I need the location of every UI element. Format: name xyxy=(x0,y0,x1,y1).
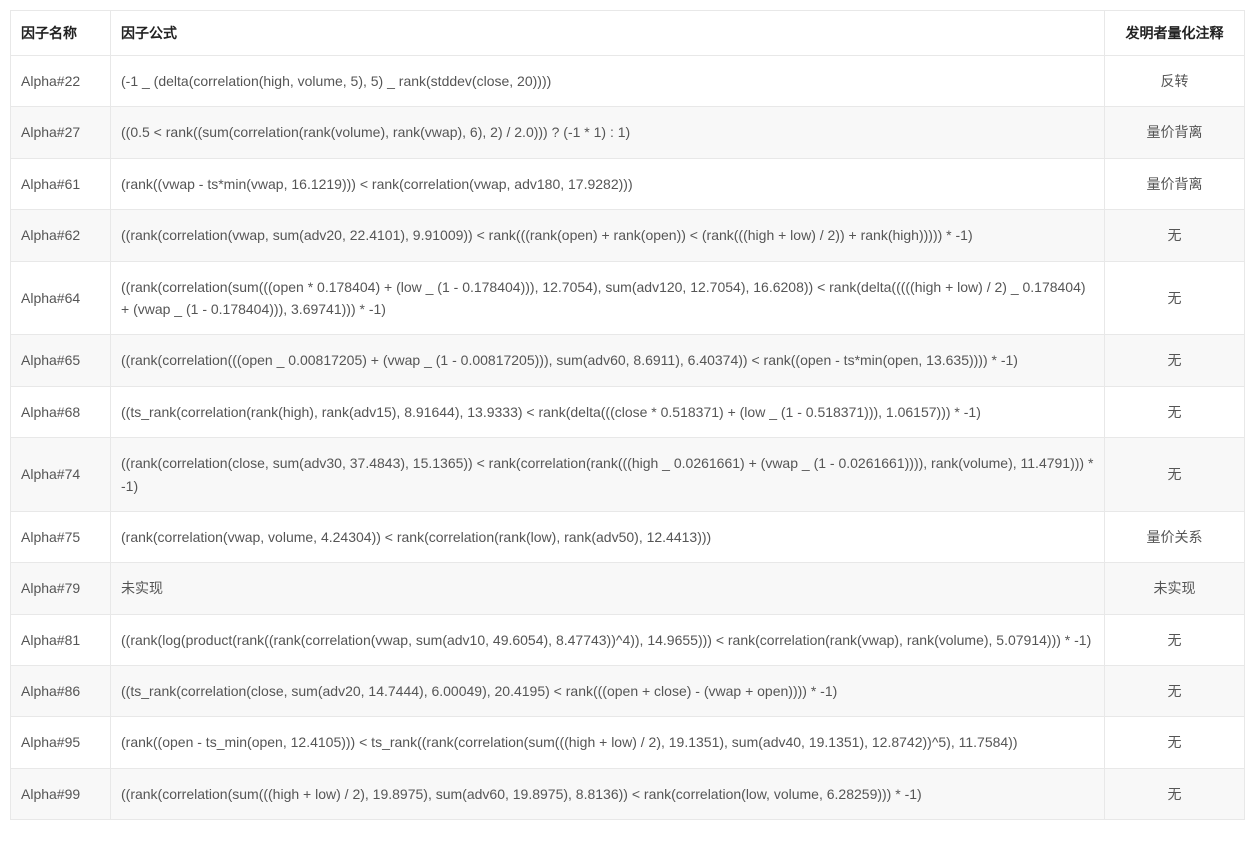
cell-factor-formula: ((rank(log(product(rank((rank(correlatio… xyxy=(111,614,1105,665)
cell-factor-annotation: 无 xyxy=(1105,614,1245,665)
table-row: Alpha#99((rank(correlation(sum(((high + … xyxy=(11,768,1245,819)
table-row: Alpha#81((rank(log(product(rank((rank(co… xyxy=(11,614,1245,665)
table-row: Alpha#27((0.5 < rank((sum(correlation(ra… xyxy=(11,107,1245,158)
cell-factor-name: Alpha#99 xyxy=(11,768,111,819)
table-row: Alpha#86((ts_rank(correlation(close, sum… xyxy=(11,666,1245,717)
cell-factor-name: Alpha#81 xyxy=(11,614,111,665)
table-row: Alpha#79未实现未实现 xyxy=(11,563,1245,614)
header-name: 因子名称 xyxy=(11,11,111,56)
cell-factor-formula: ((ts_rank(correlation(close, sum(adv20, … xyxy=(111,666,1105,717)
table-row: Alpha#64((rank(correlation(sum(((open * … xyxy=(11,261,1245,335)
cell-factor-annotation: 无 xyxy=(1105,666,1245,717)
table-row: Alpha#62((rank(correlation(vwap, sum(adv… xyxy=(11,210,1245,261)
alpha-factors-table: 因子名称 因子公式 发明者量化注释 Alpha#22(-1 _ (delta(c… xyxy=(10,10,1245,820)
cell-factor-formula: (rank((open - ts_min(open, 12.4105))) < … xyxy=(111,717,1105,768)
cell-factor-annotation: 无 xyxy=(1105,438,1245,512)
cell-factor-name: Alpha#86 xyxy=(11,666,111,717)
cell-factor-formula: ((rank(correlation(((open _ 0.00817205) … xyxy=(111,335,1105,386)
header-annotation: 发明者量化注释 xyxy=(1105,11,1245,56)
cell-factor-formula: ((rank(correlation(sum(((high + low) / 2… xyxy=(111,768,1105,819)
table-row: Alpha#65((rank(correlation(((open _ 0.00… xyxy=(11,335,1245,386)
cell-factor-formula: ((ts_rank(correlation(rank(high), rank(a… xyxy=(111,386,1105,437)
cell-factor-formula: ((rank(correlation(sum(((open * 0.178404… xyxy=(111,261,1105,335)
cell-factor-name: Alpha#65 xyxy=(11,335,111,386)
cell-factor-name: Alpha#27 xyxy=(11,107,111,158)
cell-factor-name: Alpha#74 xyxy=(11,438,111,512)
cell-factor-annotation: 量价背离 xyxy=(1105,158,1245,209)
table-row: Alpha#61(rank((vwap - ts*min(vwap, 16.12… xyxy=(11,158,1245,209)
table-row: Alpha#95(rank((open - ts_min(open, 12.41… xyxy=(11,717,1245,768)
cell-factor-formula: ((rank(correlation(close, sum(adv30, 37.… xyxy=(111,438,1105,512)
table-header-row: 因子名称 因子公式 发明者量化注释 xyxy=(11,11,1245,56)
cell-factor-annotation: 未实现 xyxy=(1105,563,1245,614)
cell-factor-annotation: 无 xyxy=(1105,261,1245,335)
cell-factor-formula: ((rank(correlation(vwap, sum(adv20, 22.4… xyxy=(111,210,1105,261)
cell-factor-name: Alpha#22 xyxy=(11,56,111,107)
cell-factor-annotation: 量价关系 xyxy=(1105,511,1245,562)
cell-factor-formula: 未实现 xyxy=(111,563,1105,614)
cell-factor-name: Alpha#75 xyxy=(11,511,111,562)
cell-factor-annotation: 量价背离 xyxy=(1105,107,1245,158)
cell-factor-name: Alpha#68 xyxy=(11,386,111,437)
cell-factor-name: Alpha#61 xyxy=(11,158,111,209)
cell-factor-annotation: 无 xyxy=(1105,210,1245,261)
cell-factor-annotation: 无 xyxy=(1105,768,1245,819)
cell-factor-annotation: 无 xyxy=(1105,335,1245,386)
cell-factor-formula: (-1 _ (delta(correlation(high, volume, 5… xyxy=(111,56,1105,107)
cell-factor-formula: ((0.5 < rank((sum(correlation(rank(volum… xyxy=(111,107,1105,158)
table-row: Alpha#22(-1 _ (delta(correlation(high, v… xyxy=(11,56,1245,107)
cell-factor-annotation: 无 xyxy=(1105,717,1245,768)
cell-factor-name: Alpha#62 xyxy=(11,210,111,261)
table-row: Alpha#75(rank(correlation(vwap, volume, … xyxy=(11,511,1245,562)
header-formula: 因子公式 xyxy=(111,11,1105,56)
table-row: Alpha#74((rank(correlation(close, sum(ad… xyxy=(11,438,1245,512)
cell-factor-formula: (rank((vwap - ts*min(vwap, 16.1219))) < … xyxy=(111,158,1105,209)
cell-factor-name: Alpha#64 xyxy=(11,261,111,335)
table-row: Alpha#68((ts_rank(correlation(rank(high)… xyxy=(11,386,1245,437)
cell-factor-name: Alpha#95 xyxy=(11,717,111,768)
cell-factor-annotation: 无 xyxy=(1105,386,1245,437)
cell-factor-formula: (rank(correlation(vwap, volume, 4.24304)… xyxy=(111,511,1105,562)
cell-factor-annotation: 反转 xyxy=(1105,56,1245,107)
cell-factor-name: Alpha#79 xyxy=(11,563,111,614)
